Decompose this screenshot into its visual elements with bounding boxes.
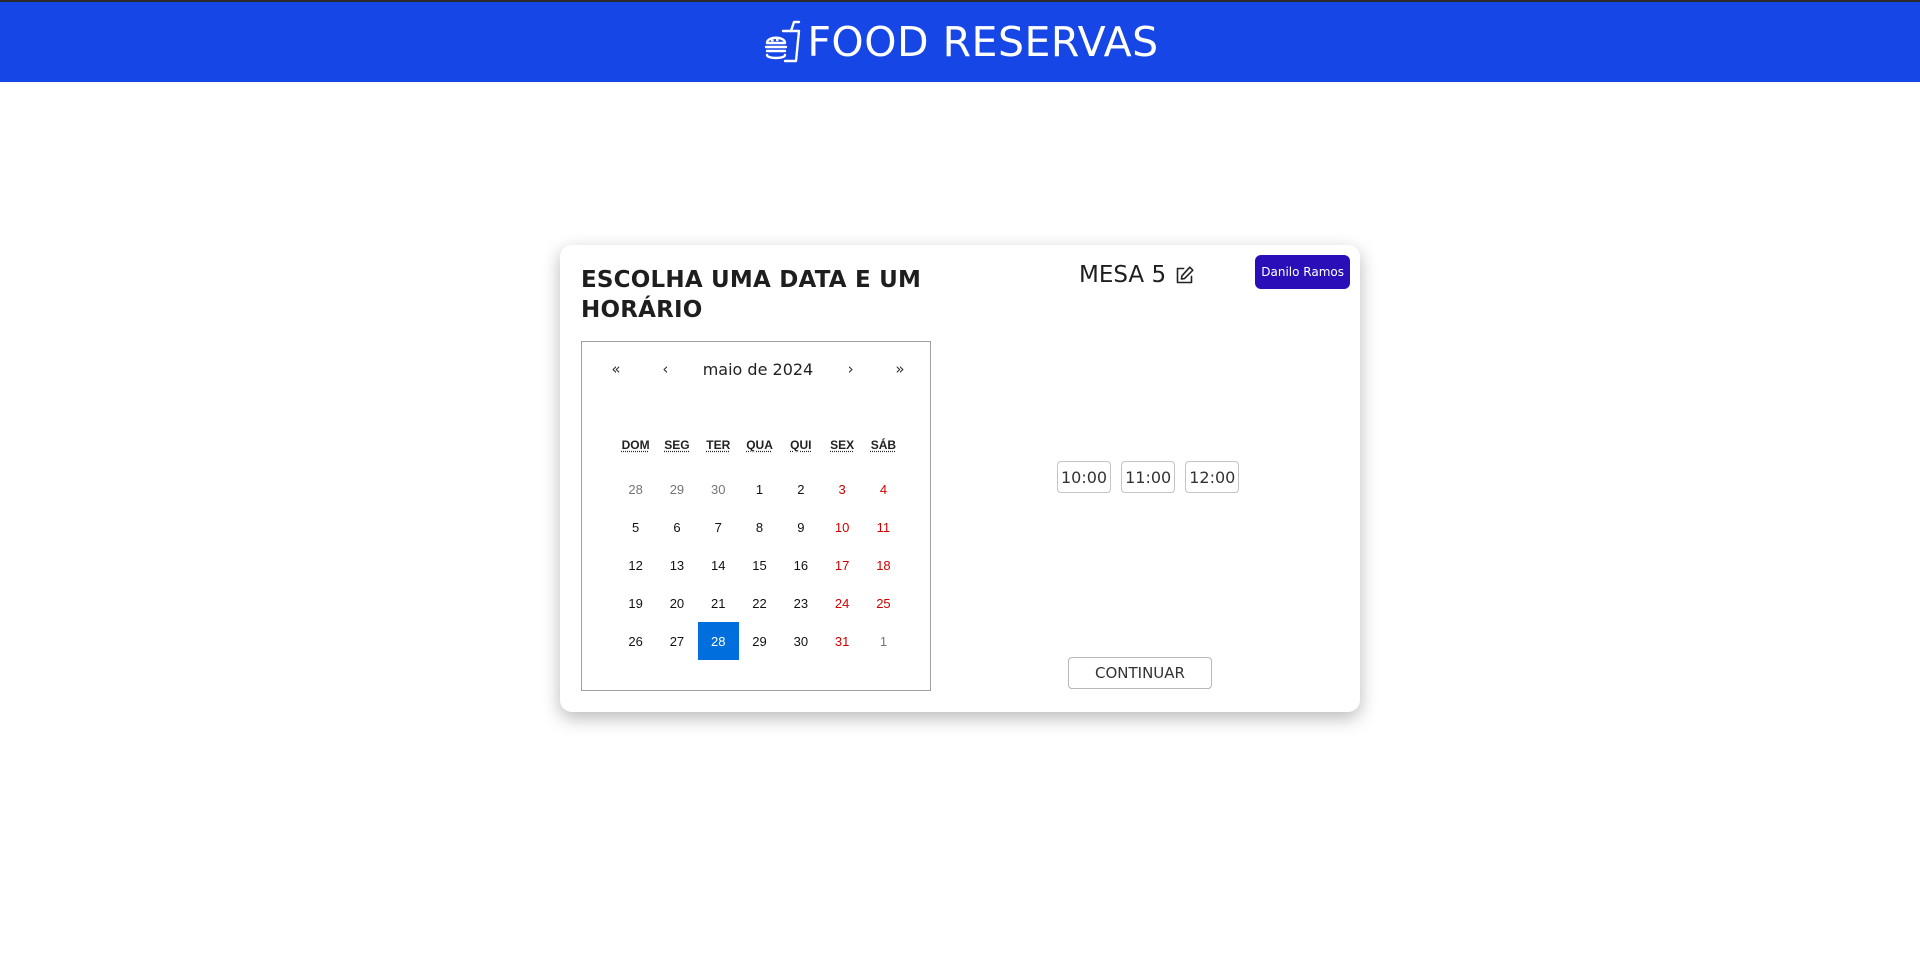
weekday-label: SEG: [664, 438, 690, 452]
calendar-day[interactable]: 21: [698, 584, 739, 622]
calendar-day[interactable]: 16: [780, 546, 821, 584]
calendar-day[interactable]: 10: [821, 508, 862, 546]
calendar-day[interactable]: 14: [698, 546, 739, 584]
user-badge[interactable]: Danilo Ramos: [1255, 255, 1350, 289]
calendar-day[interactable]: 1: [863, 622, 904, 660]
calendar-day[interactable]: 18: [863, 546, 904, 584]
calendar-day[interactable]: 19: [615, 584, 656, 622]
weekday-label: SÁB: [870, 438, 897, 452]
calendar-day[interactable]: 17: [821, 546, 862, 584]
calendar-day[interactable]: 27: [656, 622, 697, 660]
weekday-label: QUA: [746, 438, 773, 452]
table-label: MESA 5: [1079, 262, 1195, 288]
calendar-day[interactable]: 7: [698, 508, 739, 546]
calendar-day[interactable]: 1: [739, 470, 780, 508]
next-year-button[interactable]: »: [888, 360, 912, 378]
calendar-day[interactable]: 11: [863, 508, 904, 546]
calendar-day[interactable]: 25: [863, 584, 904, 622]
calendar-day[interactable]: 30: [698, 470, 739, 508]
calendar-day[interactable]: 6: [656, 508, 697, 546]
calendar-day[interactable]: 30: [780, 622, 821, 660]
time-slot-button[interactable]: 11:00: [1121, 461, 1176, 493]
calendar-navigation: « ‹ maio de 2024 › »: [582, 356, 930, 382]
calendar-day[interactable]: 24: [821, 584, 862, 622]
page-title: ESCOLHA UMA DATA E UM HORÁRIO: [581, 267, 922, 323]
top-bar: FOOD RESERVAS: [0, 0, 1920, 82]
weekday-label: DOM: [621, 438, 650, 452]
calendar-day[interactable]: 23: [780, 584, 821, 622]
edit-icon[interactable]: [1174, 265, 1195, 286]
calendar-day[interactable]: 22: [739, 584, 780, 622]
time-slot-button[interactable]: 12:00: [1185, 461, 1240, 493]
month-label[interactable]: maio de 2024: [703, 360, 814, 379]
prev-year-button[interactable]: «: [604, 360, 628, 378]
weekday-label: QUI: [790, 438, 812, 452]
calendar-day[interactable]: 15: [739, 546, 780, 584]
weekday-header: DOM SEG TER QUA QUI SEX SÁB: [615, 438, 904, 452]
calendar-day[interactable]: 12: [615, 546, 656, 584]
calendar: « ‹ maio de 2024 › » DOM SEG TER QUA QUI…: [581, 341, 931, 691]
calendar-day[interactable]: 5: [615, 508, 656, 546]
app-title: FOOD RESERVAS: [807, 18, 1159, 66]
next-month-button[interactable]: ›: [839, 360, 863, 378]
calendar-day[interactable]: 13: [656, 546, 697, 584]
calendar-day-selected[interactable]: 28: [697, 622, 739, 660]
weekday-label: SEX: [830, 438, 855, 452]
calendar-day[interactable]: 9: [780, 508, 821, 546]
reservation-card: ESCOLHA UMA DATA E UM HORÁRIO MESA 5 Dan…: [560, 245, 1360, 712]
calendar-day[interactable]: 8: [739, 508, 780, 546]
prev-month-button[interactable]: ‹: [653, 360, 677, 378]
calendar-day[interactable]: 29: [656, 470, 697, 508]
table-label-text: MESA 5: [1079, 262, 1167, 288]
calendar-day[interactable]: 2: [780, 470, 821, 508]
weekday-label: TER: [706, 438, 731, 452]
calendar-day[interactable]: 4: [863, 470, 904, 508]
calendar-day[interactable]: 28: [615, 470, 656, 508]
calendar-day[interactable]: 26: [615, 622, 656, 660]
time-slots: 10:00 11:00 12:00: [1057, 461, 1240, 493]
time-slot-button[interactable]: 10:00: [1057, 461, 1112, 493]
calendar-day[interactable]: 3: [821, 470, 862, 508]
days-grid: 28 29 30 1 2 3 4 5 6 7 8 9 10 11 12 13 14 15 16 17 18 19 20 21 2…: [615, 470, 905, 660]
continue-button[interactable]: CONTINUAR: [1068, 657, 1212, 689]
calendar-day[interactable]: 29: [739, 622, 780, 660]
calendar-day[interactable]: 20: [656, 584, 697, 622]
brand[interactable]: FOOD RESERVAS: [761, 18, 1158, 66]
calendar-day[interactable]: 31: [821, 622, 862, 660]
burger-drink-icon: [765, 20, 801, 63]
